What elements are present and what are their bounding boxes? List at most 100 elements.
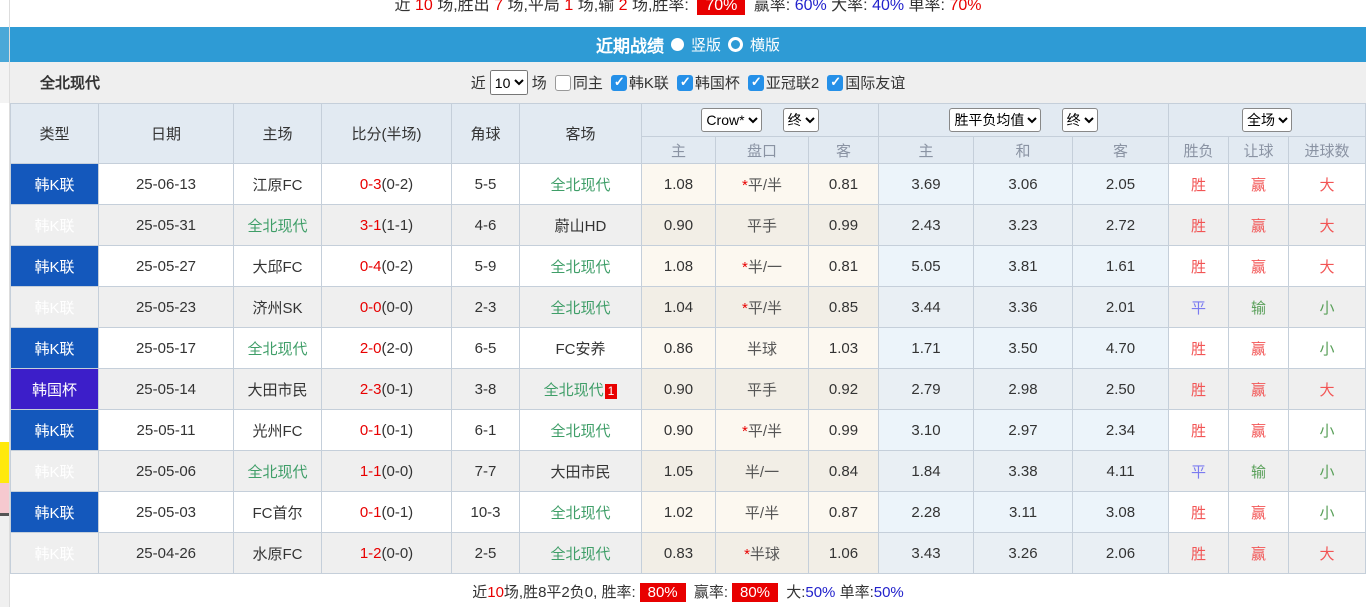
summary-segment: 大率: bbox=[826, 0, 873, 14]
match-row: 韩K联 25-05-06 全北现代 1-1(0-0) 7-7 大田市民 1.05 半/一 0.8… bbox=[10, 450, 1366, 492]
league-checkbox-韩K联[interactable] bbox=[610, 74, 627, 91]
col-away: 客场 bbox=[519, 103, 642, 164]
europe-draw-odds: 3.36 bbox=[973, 286, 1074, 328]
league-checkbox-韩国杯[interactable] bbox=[676, 74, 693, 91]
result-wdl: 胜 bbox=[1168, 327, 1230, 369]
europe-odds-header: 胜平负均值 终 bbox=[878, 103, 1170, 137]
europe-draw-odds: 2.97 bbox=[973, 409, 1074, 451]
corner-cell: 3-8 bbox=[451, 368, 520, 410]
asia-handicap: 平手 bbox=[715, 204, 809, 246]
result-handicap: 赢 bbox=[1228, 532, 1290, 574]
same-home-label[interactable]: 同主 bbox=[573, 72, 603, 93]
scope-select[interactable]: 全场 bbox=[1242, 108, 1293, 132]
result-handicap: 输 bbox=[1228, 450, 1290, 492]
asia-odds-header: Crow* 终 bbox=[640, 103, 880, 137]
europe-away-odds: 2.34 bbox=[1072, 409, 1170, 451]
same-home-checkbox[interactable] bbox=[554, 74, 571, 91]
asia-handicap: *平/半 bbox=[715, 286, 809, 328]
summary-segment: 2 bbox=[618, 0, 628, 14]
result-header: 全场 bbox=[1168, 103, 1366, 137]
col-res-goals: 进球数 bbox=[1288, 136, 1366, 164]
europe-avg-select[interactable]: 胜平负均值 bbox=[949, 108, 1042, 132]
summary-segment: 80% bbox=[732, 582, 779, 602]
asia-handicap: *平/半 bbox=[715, 409, 809, 451]
col-asia-away: 客 bbox=[807, 136, 880, 164]
col-type: 类型 bbox=[10, 103, 99, 164]
col-score: 比分(半场) bbox=[321, 103, 452, 164]
horizontal-layout-label[interactable]: 横版 bbox=[750, 34, 780, 55]
unit-label: 场 bbox=[531, 75, 547, 92]
asia-handicap: 平/半 bbox=[715, 491, 809, 533]
type-cell: 韩K联 bbox=[10, 532, 99, 574]
result-goals: 小 bbox=[1288, 286, 1366, 328]
away-cell: 全北现代 1 bbox=[519, 368, 642, 410]
result-wdl: 胜 bbox=[1168, 409, 1230, 451]
date-cell: 25-05-31 bbox=[98, 204, 234, 246]
europe-away-odds: 2.72 bbox=[1072, 204, 1170, 246]
bookmaker-time-select[interactable]: 终 bbox=[782, 108, 819, 132]
asia-home-odds: 1.02 bbox=[641, 491, 716, 533]
result-goals: 小 bbox=[1288, 327, 1366, 369]
match-count-select[interactable]: 10 bbox=[489, 70, 528, 95]
europe-draw-odds: 2.98 bbox=[973, 368, 1074, 410]
league-label[interactable]: 韩国杯 bbox=[695, 75, 740, 92]
asia-home-odds: 1.08 bbox=[641, 245, 716, 287]
horizontal-layout-radio[interactable] bbox=[728, 37, 743, 52]
asia-away-odds: 0.87 bbox=[807, 491, 880, 533]
europe-away-odds: 2.50 bbox=[1072, 368, 1170, 410]
summary-segment: 10 bbox=[487, 583, 504, 601]
europe-away-odds: 4.70 bbox=[1072, 327, 1170, 369]
date-cell: 25-05-17 bbox=[98, 327, 234, 369]
match-row: 韩国杯 25-05-14 大田市民 2-3(0-1) 3-8 全北现代 1 0.90 平手 0.9… bbox=[10, 368, 1366, 410]
result-goals: 大 bbox=[1288, 532, 1366, 574]
date-cell: 25-05-27 bbox=[98, 245, 234, 287]
type-cell: 韩K联 bbox=[10, 286, 99, 328]
corner-cell: 5-9 bbox=[451, 245, 520, 287]
vertical-layout-radio[interactable] bbox=[670, 38, 684, 51]
summary-segment: 场,胜出 bbox=[432, 0, 495, 14]
asia-home-odds: 0.86 bbox=[641, 327, 716, 369]
home-cell: 全北现代 bbox=[233, 450, 322, 492]
result-wdl: 胜 bbox=[1168, 532, 1230, 574]
corner-cell: 4-6 bbox=[451, 204, 520, 246]
bookmaker-select[interactable]: Crow* bbox=[701, 108, 763, 132]
europe-draw-odds: 3.50 bbox=[973, 327, 1074, 369]
league-label[interactable]: 亚冠联2 bbox=[766, 75, 819, 92]
away-badge: 1 bbox=[604, 383, 618, 399]
league-checkbox-亚冠联2[interactable] bbox=[747, 74, 764, 91]
result-handicap: 赢 bbox=[1228, 368, 1290, 410]
league-label[interactable]: 国际友谊 bbox=[845, 75, 905, 92]
type-cell: 韩国杯 bbox=[10, 368, 99, 410]
europe-away-odds: 2.05 bbox=[1072, 163, 1170, 205]
summary-segment: 场,胜率: bbox=[627, 0, 694, 14]
away-cell: 全北现代 bbox=[519, 286, 642, 328]
date-cell: 25-05-14 bbox=[98, 368, 234, 410]
league-checkbox-国际友谊[interactable] bbox=[827, 74, 844, 91]
score-cell: 0-1(0-1) bbox=[321, 409, 452, 451]
asia-handicap: *半/一 bbox=[715, 245, 809, 287]
gutter-pink-strip bbox=[0, 483, 9, 513]
europe-draw-odds: 3.81 bbox=[973, 245, 1074, 287]
home-cell: 水原FC bbox=[233, 532, 322, 574]
vertical-layout-label[interactable]: 竖版 bbox=[691, 34, 721, 55]
type-cell: 韩K联 bbox=[10, 245, 99, 287]
away-cell: 全北现代 bbox=[519, 491, 642, 533]
home-cell: 济州SK bbox=[233, 286, 322, 328]
summary-segment: 场,平局 bbox=[503, 0, 565, 14]
summary-segment: 70% bbox=[949, 0, 982, 14]
summary-segment: 50% bbox=[873, 583, 904, 601]
asia-handicap: 半球 bbox=[715, 327, 809, 369]
europe-time-select[interactable]: 终 bbox=[1061, 108, 1098, 132]
league-label[interactable]: 韩K联 bbox=[629, 75, 669, 92]
summary-segment: 40% bbox=[872, 0, 905, 14]
europe-home-odds: 3.69 bbox=[878, 163, 975, 205]
corner-cell: 2-3 bbox=[451, 286, 520, 328]
home-cell: 大邱FC bbox=[233, 245, 322, 287]
asia-away-odds: 0.81 bbox=[807, 245, 880, 287]
date-cell: 25-05-23 bbox=[98, 286, 234, 328]
away-cell: 大田市民 bbox=[519, 450, 642, 492]
europe-away-odds: 4.11 bbox=[1072, 450, 1170, 492]
summary-segment: 单率: bbox=[904, 0, 950, 14]
europe-home-odds: 5.05 bbox=[878, 245, 975, 287]
summary-segment: 7 bbox=[494, 0, 504, 14]
